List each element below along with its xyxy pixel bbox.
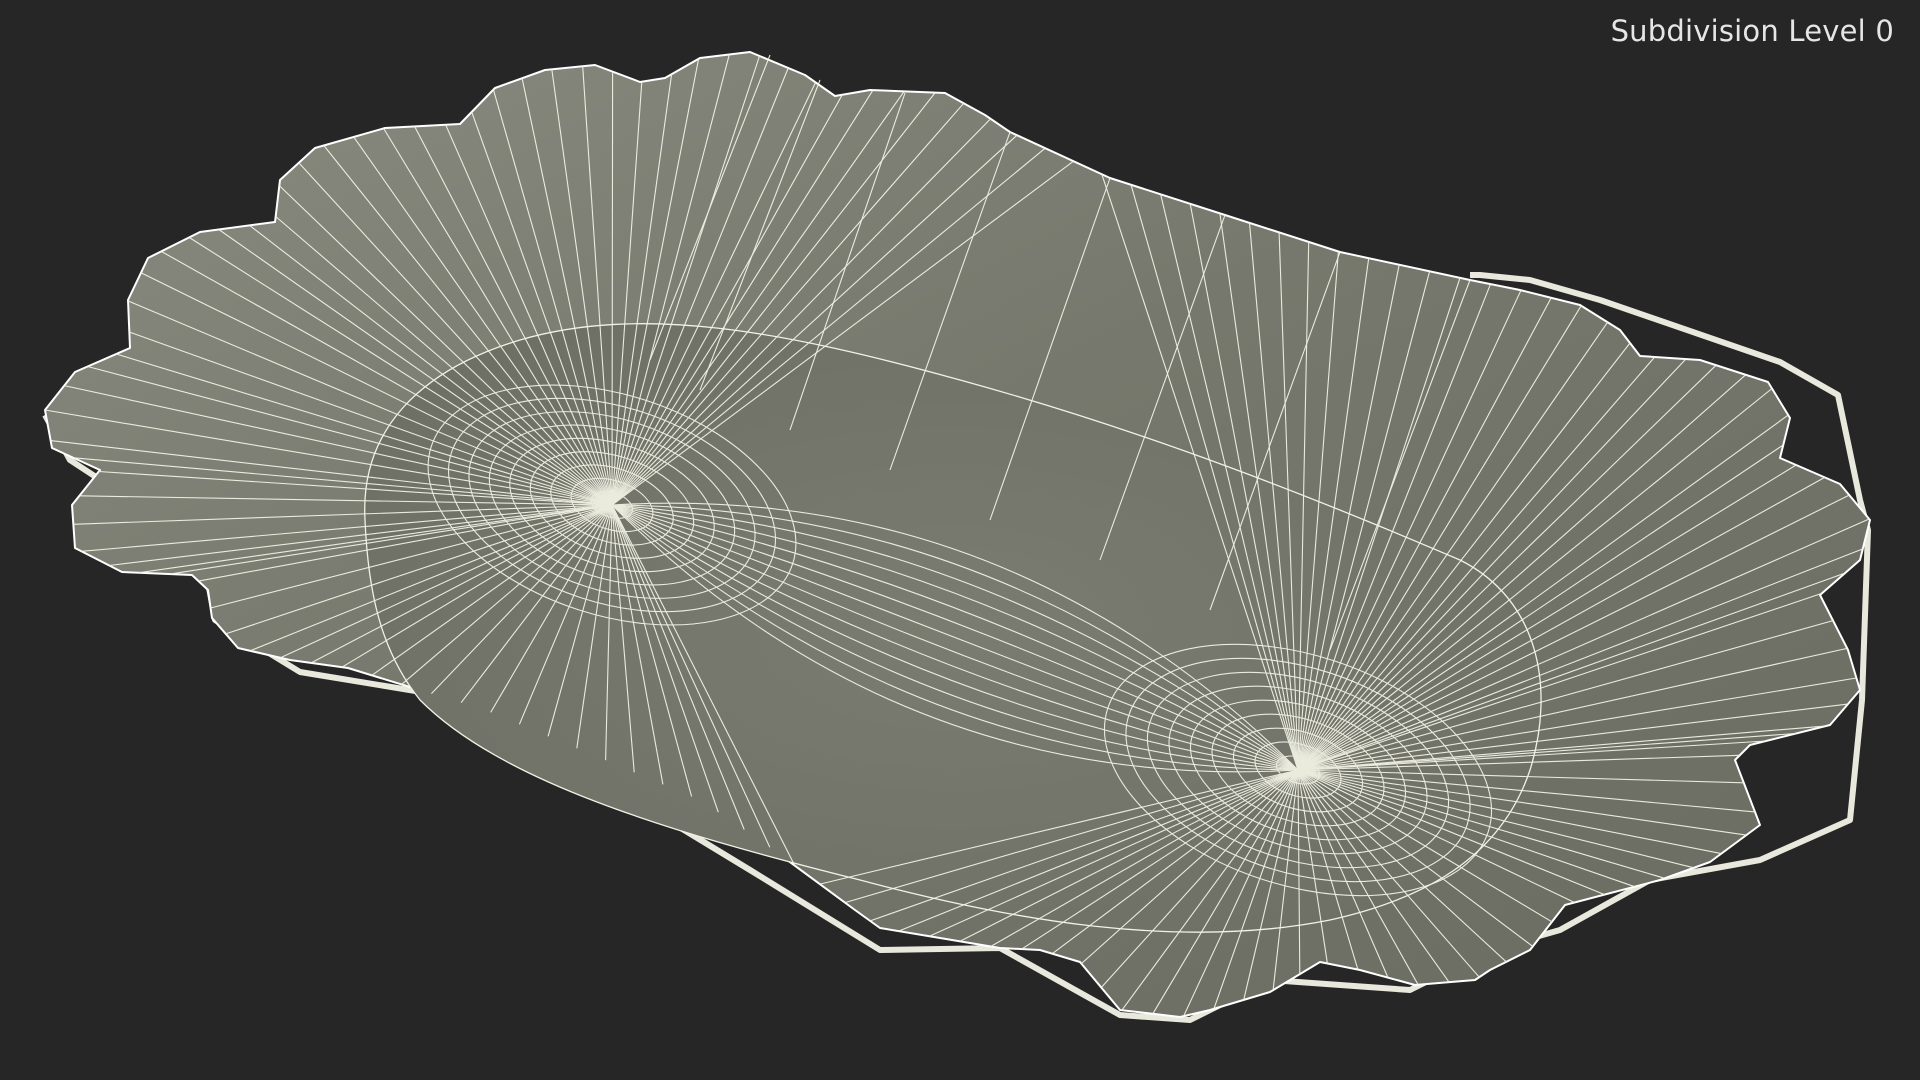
tray-wireframe-model [42, 51, 1871, 1023]
subdivision-level-label: Subdivision Level 0 [1610, 14, 1894, 48]
3d-viewport[interactable]: Subdivision Level 0 [0, 0, 1920, 1080]
wire-edge [611, 71, 614, 506]
